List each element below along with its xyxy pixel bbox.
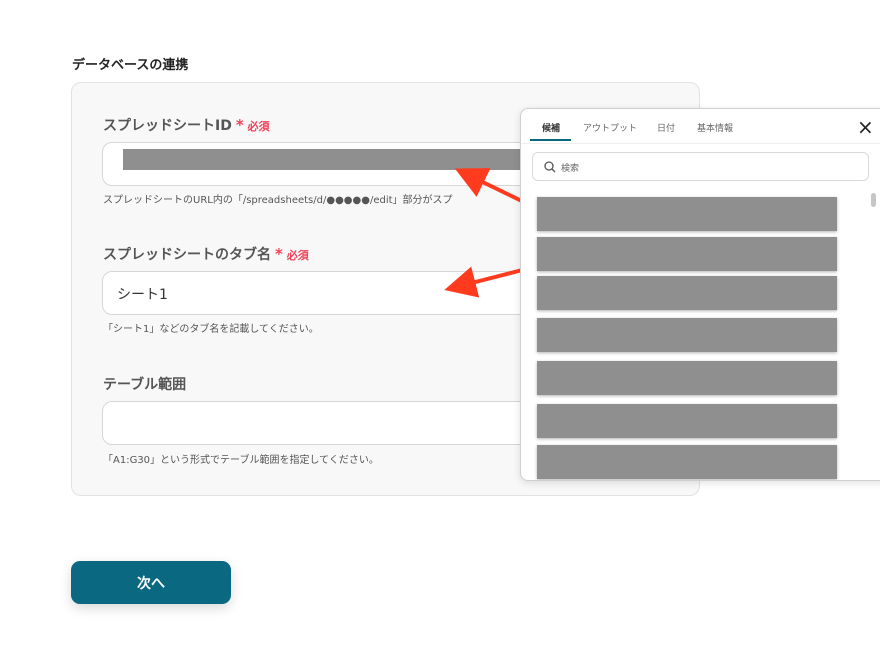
tab-date[interactable]: 日付 (657, 121, 675, 134)
list-item[interactable] (537, 404, 837, 438)
list-item[interactable] (537, 237, 837, 271)
active-tab-indicator (530, 139, 571, 141)
scrollbar[interactable] (871, 193, 876, 207)
list-item[interactable] (537, 318, 837, 352)
close-icon[interactable]: × (857, 115, 874, 139)
tab-candidates[interactable]: 候補 (542, 121, 560, 134)
list-item[interactable] (537, 197, 837, 231)
arrow-to-tab (444, 266, 531, 298)
variable-panel: 候補 アウトプット 日付 基本情報 × 検索 (520, 108, 880, 481)
tab-output[interactable]: アウトプット (583, 121, 637, 134)
list-item[interactable] (537, 276, 837, 310)
list-item[interactable] (537, 445, 837, 479)
list-item[interactable] (537, 361, 837, 395)
next-button[interactable]: 次へ (71, 561, 231, 604)
search-input[interactable]: 検索 (532, 152, 869, 181)
search-icon (544, 161, 556, 173)
divider (521, 143, 880, 144)
search-placeholder: 検索 (561, 164, 580, 174)
tab-basic-info[interactable]: 基本情報 (697, 121, 733, 134)
